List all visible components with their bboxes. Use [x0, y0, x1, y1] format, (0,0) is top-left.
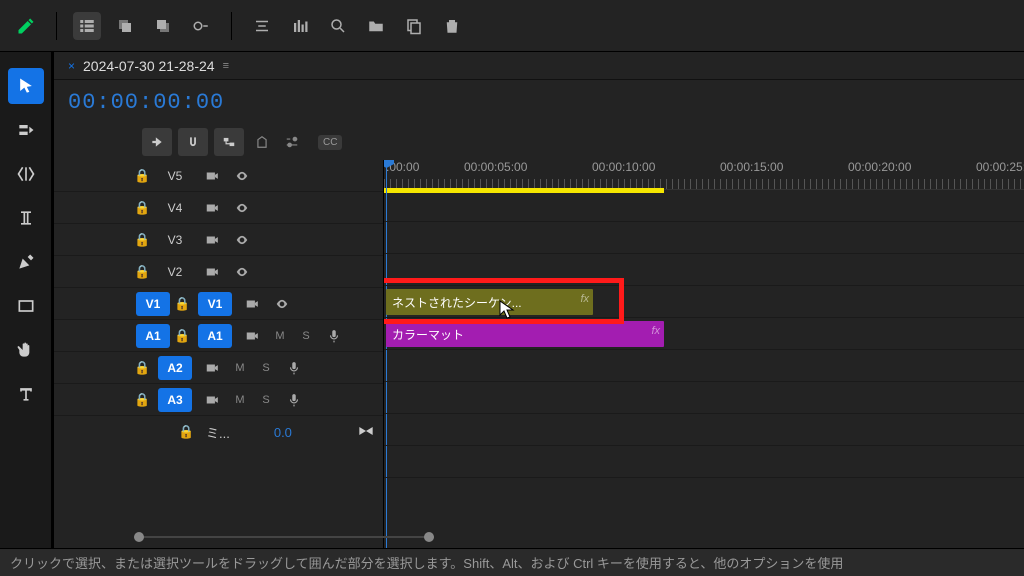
toggle-output-icon[interactable] [202, 169, 222, 183]
folder-icon[interactable] [362, 12, 390, 40]
track-a2[interactable]: 🔒A2MS [54, 352, 383, 384]
top-toolbar [0, 0, 1024, 52]
snap-button[interactable] [178, 128, 208, 156]
track-a3[interactable]: 🔒A3MS [54, 384, 383, 416]
mix-track[interactable]: 🔒ミ...0.0 [54, 416, 383, 448]
cc-badge[interactable]: CC [318, 135, 342, 150]
pen-tool[interactable] [8, 244, 44, 280]
settings-button[interactable] [280, 128, 304, 156]
insert-mode-button[interactable] [142, 128, 172, 156]
mic-icon[interactable] [324, 329, 344, 343]
solo-button[interactable]: S [298, 330, 314, 342]
track-v5[interactable]: 🔒V5 [54, 160, 383, 192]
track-a1[interactable]: A1🔒A1MS [54, 320, 383, 352]
source-patch-a1[interactable]: A1 [136, 324, 170, 348]
copy-icon[interactable] [400, 12, 428, 40]
track-v4[interactable]: 🔒V4 [54, 192, 383, 224]
stack-back-icon[interactable] [111, 12, 139, 40]
tab-menu-icon[interactable]: ≡ [223, 60, 229, 72]
track-v1[interactable]: V1🔒V1 [54, 288, 383, 320]
sequence-name: 2024-07-30 21-28-24 [83, 58, 215, 74]
eye-icon[interactable] [232, 169, 252, 183]
razor-tool[interactable] [8, 200, 44, 236]
time-ruler[interactable]: :00:00 00:00:05:00 00:00:10:00 00:00:15:… [384, 160, 1024, 190]
trash-icon[interactable] [438, 12, 466, 40]
pen-tool-icon[interactable] [12, 12, 40, 40]
timeline-panel: × 2024-07-30 21-28-24 ≡ 00:00:00:00 CC 🔒… [52, 52, 1024, 548]
bowtie-icon[interactable] [358, 425, 374, 440]
circle-icon[interactable] [187, 12, 215, 40]
track-v3[interactable]: 🔒V3 [54, 224, 383, 256]
hand-tool[interactable] [8, 332, 44, 368]
mute-button[interactable]: M [272, 330, 288, 342]
tool-palette [0, 52, 52, 548]
timecode-display[interactable]: 00:00:00:00 [68, 90, 224, 115]
bars-icon[interactable] [286, 12, 314, 40]
align-icon[interactable] [248, 12, 276, 40]
search-icon[interactable] [324, 12, 352, 40]
selection-tool[interactable] [8, 68, 44, 104]
source-patch-v1[interactable]: V1 [136, 292, 170, 316]
ripple-edit-tool[interactable] [8, 156, 44, 192]
rectangle-tool[interactable] [8, 288, 44, 324]
track-v2[interactable]: 🔒V2 [54, 256, 383, 288]
lock-icon[interactable]: 🔒 [134, 168, 148, 184]
clip-nested-sequence[interactable]: ネストされたシーケン... fx [386, 289, 593, 315]
sequence-tab[interactable]: × 2024-07-30 21-28-24 ≡ [54, 52, 1024, 80]
timeline-content[interactable]: :00:00 00:00:05:00 00:00:10:00 00:00:15:… [384, 160, 1024, 548]
zoom-scrollbar[interactable] [134, 532, 434, 542]
list-view-icon[interactable] [73, 12, 101, 40]
status-bar: クリックで選択、または選択ツールをドラッグして囲んだ部分を選択します。Shift… [0, 548, 1024, 576]
track-header-area: 🔒V5 🔒V4 🔒V3 🔒V2 V1🔒V1 A1🔒A1MS 🔒A2MS 🔒A3M… [54, 160, 384, 548]
marker-button[interactable] [250, 128, 274, 156]
type-tool[interactable] [8, 376, 44, 412]
linked-selection-button[interactable] [214, 128, 244, 156]
stack-front-icon[interactable] [149, 12, 177, 40]
clip-color-matte[interactable]: カラーマット fx [386, 321, 664, 347]
close-icon[interactable]: × [68, 59, 75, 73]
track-select-tool[interactable] [8, 112, 44, 148]
